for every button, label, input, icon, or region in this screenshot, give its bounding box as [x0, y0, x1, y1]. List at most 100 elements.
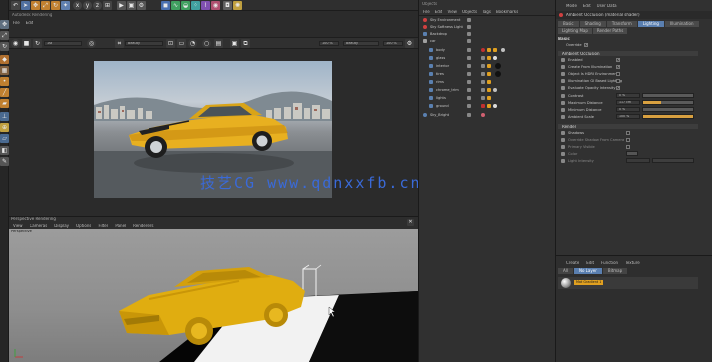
render-view-icon[interactable]: ▶ — [117, 1, 126, 10]
select-icon[interactable]: ➤ — [21, 1, 30, 10]
max-distance-field[interactable]: 117 cm — [616, 100, 640, 105]
max-distance-slider[interactable] — [642, 100, 694, 105]
light-intensity-slider[interactable] — [652, 158, 694, 163]
snap-icon[interactable]: ⊕ — [0, 123, 9, 132]
compare-icon[interactable]: ▤ — [214, 39, 223, 48]
attr-tab-illumination[interactable]: Illumination — [664, 21, 699, 27]
color-field[interactable] — [626, 151, 638, 156]
ambient-scale-field[interactable]: 100 % — [616, 114, 640, 119]
scale-dropdown[interactable]: 100 % — [383, 41, 403, 46]
om-menu-tags[interactable]: Tags — [482, 10, 491, 14]
camera-icon[interactable]: ◘ — [223, 1, 232, 10]
attr-subtab-lighting-map[interactable]: Lighting Map — [558, 28, 592, 34]
rotate-tool-icon[interactable]: ↻ — [0, 42, 9, 51]
scene-icon[interactable]: ◉ — [211, 1, 220, 10]
object-row[interactable]: glass — [419, 55, 556, 61]
viewport-3d[interactable]: Perspective — [9, 229, 418, 362]
save-icon[interactable]: ▣ — [230, 39, 239, 48]
mat-menu-texture[interactable]: Texture — [625, 261, 640, 265]
opacity-checkbox[interactable]: ✓ — [616, 86, 620, 90]
mat-menu-function[interactable]: Function — [601, 261, 618, 265]
attr-tab-shading[interactable]: Shading — [579, 21, 606, 27]
contrast-slider[interactable] — [642, 93, 694, 98]
globe-icon[interactable]: ◎ — [87, 39, 96, 48]
vp-menu-panel[interactable]: Panel — [115, 224, 126, 228]
edges-mode-icon[interactable]: ╱ — [0, 88, 9, 97]
vp-menu-view[interactable]: View — [13, 224, 23, 228]
paint-icon[interactable]: ✎ — [0, 157, 9, 166]
vp-menu-filter[interactable]: Filter — [98, 224, 108, 228]
scale-icon[interactable]: ⤢ — [41, 1, 50, 10]
attr-menu-userdata[interactable]: User Data — [597, 4, 617, 8]
create-from-illum-checkbox[interactable]: ✓ — [616, 65, 620, 69]
array-icon[interactable]: ⁘ — [191, 1, 200, 10]
workplane-icon[interactable]: ▱ — [0, 134, 9, 143]
clock-icon[interactable]: ◔ — [188, 39, 197, 48]
x-axis-icon[interactable]: x — [73, 1, 82, 10]
mat-menu-create[interactable]: Create — [566, 261, 579, 265]
move-icon[interactable]: ✥ — [31, 1, 40, 10]
texture-mode-icon[interactable]: ▦ — [0, 66, 9, 75]
om-menu-view[interactable]: View — [447, 10, 457, 14]
override-checkbox[interactable]: ✓ — [584, 43, 588, 47]
polygons-mode-icon[interactable]: ▰ — [0, 99, 9, 108]
model-mode-icon[interactable]: ◆ — [0, 55, 9, 64]
spline-icon[interactable]: ∿ — [171, 1, 180, 10]
primary-visible-checkbox[interactable] — [626, 145, 630, 149]
vp-menu-display[interactable]: Display — [54, 224, 69, 228]
mat-menu-edit[interactable]: Edit — [586, 261, 594, 265]
lock-icon[interactable]: ◧ — [0, 146, 9, 155]
copy-icon[interactable]: ⧉ — [241, 39, 250, 48]
crop-icon[interactable]: ⌗ — [115, 39, 124, 48]
points-mode-icon[interactable]: • — [0, 77, 9, 86]
z-axis-icon[interactable]: z — [93, 1, 102, 10]
settings-gear-icon[interactable]: ⚙ — [405, 39, 414, 48]
viewport-close-icon[interactable]: ✕ — [407, 219, 414, 226]
coord-system-icon[interactable]: ⊞ — [103, 1, 112, 10]
attr-subtab-render-paths[interactable]: Render Paths — [592, 28, 628, 34]
object-row[interactable]: Sky Environment — [419, 17, 556, 23]
menu-edit[interactable]: Edit — [26, 21, 34, 25]
render-picture-viewer-icon[interactable]: ▣ — [127, 1, 136, 10]
material-item[interactable]: Mat Gradient 1 — [558, 277, 698, 289]
override-shadow-checkbox[interactable] — [626, 138, 630, 142]
ambient-scale-slider[interactable] — [642, 114, 694, 119]
object-row[interactable]: ground — [419, 103, 556, 109]
attr-tab-basic[interactable]: Basic — [558, 21, 579, 27]
vp-menu-options[interactable]: Options — [76, 224, 91, 228]
stop-icon[interactable]: ■ — [22, 39, 31, 48]
min-distance-slider[interactable] — [642, 107, 694, 112]
recent-tool-icon[interactable]: ✦ — [61, 1, 70, 10]
hdri-env-checkbox[interactable] — [616, 72, 620, 76]
object-row[interactable]: rims — [419, 79, 556, 85]
object-row[interactable]: lights — [419, 95, 556, 101]
layer-dropdown[interactable]: 1st — [44, 41, 82, 46]
rotate-icon[interactable]: ↻ — [51, 1, 60, 10]
mat-tab-no-layer[interactable]: No Layer — [573, 268, 602, 274]
object-row[interactable]: car — [419, 38, 556, 44]
y-axis-icon[interactable]: y — [83, 1, 92, 10]
stage-dropdown[interactable]: Beauty — [125, 41, 163, 46]
object-row[interactable]: tires — [419, 71, 556, 77]
attr-menu-edit[interactable]: Edit — [583, 4, 591, 8]
om-menu-bookmarks[interactable]: Bookmarks — [496, 10, 518, 14]
axis-icon[interactable]: ⊥ — [0, 112, 9, 121]
mat-tab-all[interactable]: All — [558, 268, 573, 274]
circle-icon[interactable]: ○ — [202, 39, 211, 48]
move-tool-icon[interactable]: ✥ — [0, 20, 9, 29]
object-row[interactable]: interior — [419, 63, 556, 69]
min-distance-field[interactable]: 0 % — [616, 107, 640, 112]
cube-icon[interactable]: ◼ — [161, 1, 170, 10]
enabled-checkbox[interactable]: ✓ — [616, 58, 620, 62]
render-settings-icon[interactable]: ⚙ — [137, 1, 146, 10]
region-icon[interactable]: ▭ — [177, 39, 186, 48]
lock-region-icon[interactable]: ⊡ — [166, 39, 175, 48]
nurbs-icon[interactable]: ◒ — [181, 1, 190, 10]
filter-dropdown[interactable]: Beauty — [343, 41, 379, 46]
attr-menu-mode[interactable]: Mode — [566, 4, 577, 8]
om-menu-objects[interactable]: Objects — [462, 10, 477, 14]
gi-lighting-checkbox[interactable] — [616, 79, 620, 83]
attr-tab-lighting[interactable]: Lighting — [637, 21, 664, 27]
scale-tool-icon[interactable]: ⤢ — [0, 31, 9, 40]
light-icon[interactable]: ✺ — [233, 1, 242, 10]
